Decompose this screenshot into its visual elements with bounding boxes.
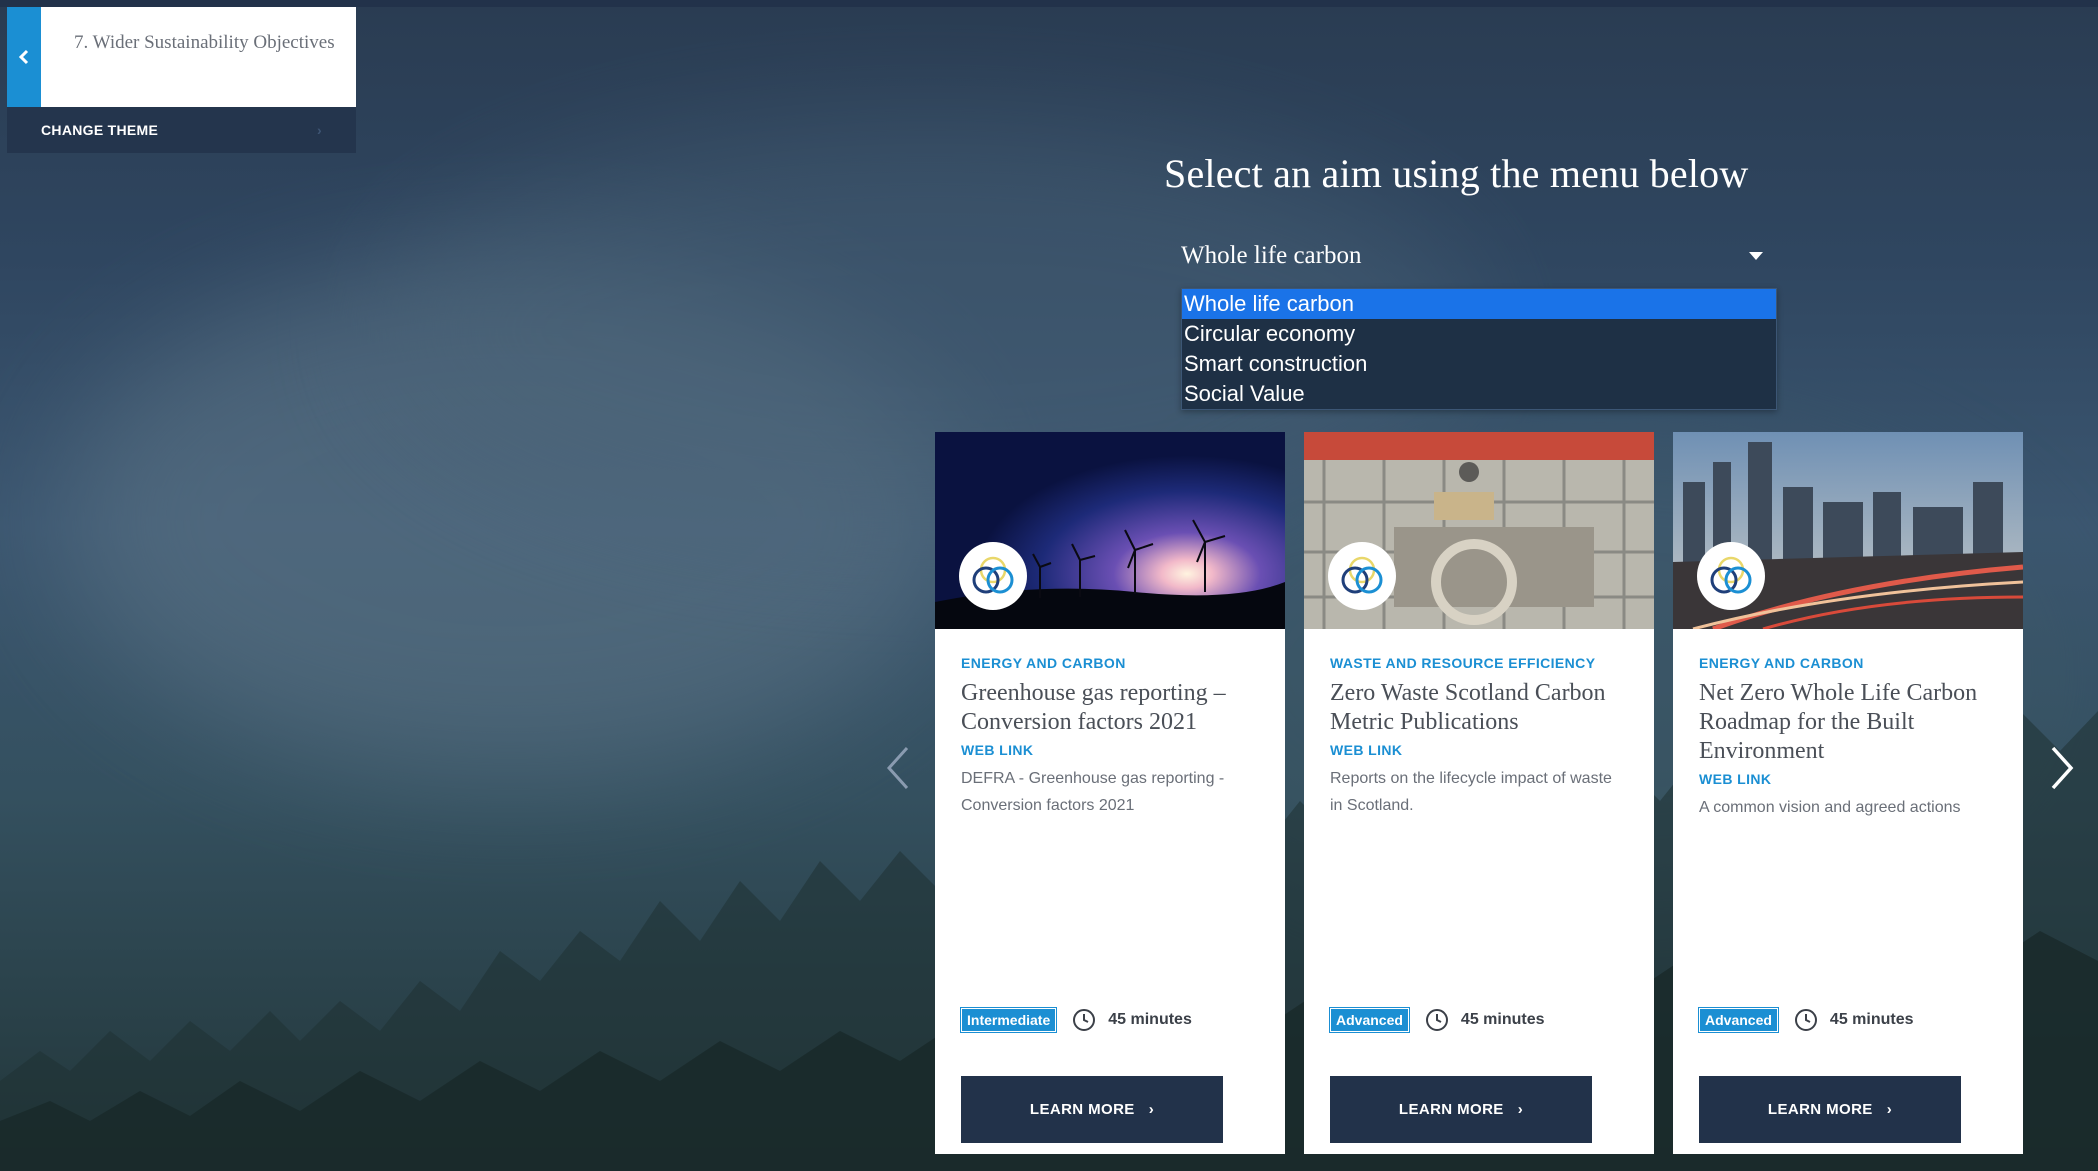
card-title: Zero Waste Scotland Carbon Metric Public…	[1330, 680, 1606, 735]
learn-more-label: LEARN MORE	[1029, 1101, 1135, 1118]
aim-select[interactable]: Whole life carbon	[1181, 234, 1775, 278]
learn-more-button[interactable]: LEARN MORE ›	[961, 1076, 1223, 1143]
interlocking-rings-icon	[1697, 542, 1765, 610]
resource-card: ENERGY AND CARBON Greenhouse gas reporti…	[935, 432, 1285, 1154]
clock-icon	[1794, 1008, 1818, 1032]
card-title: Net Zero Whole Life Carbon Roadmap for t…	[1699, 680, 1978, 764]
clock-icon	[1425, 1008, 1449, 1032]
card-image-city-skyline	[1673, 432, 2023, 629]
card-link-type: WEB LINK	[1699, 771, 1772, 787]
chevron-left-icon	[886, 746, 909, 790]
resource-card: WASTE AND RESOURCE EFFICIENCY Zero Waste…	[1304, 432, 1654, 1154]
card-image-construction-site	[1304, 432, 1654, 629]
aim-option-smart-construction[interactable]: Smart construction	[1182, 349, 1776, 379]
card-description: A common vision and agreed actions	[1699, 799, 1961, 816]
learn-more-label: LEARN MORE	[1767, 1101, 1873, 1118]
aim-heading: Select an aim using the menu below	[1164, 151, 1749, 196]
difficulty-badge: Advanced	[1698, 1007, 1779, 1033]
change-theme-label: CHANGE THEME	[41, 122, 159, 138]
card-description: DEFRA - Greenhouse gas reporting - Conve…	[961, 770, 1225, 814]
duration-label: 45 minutes	[1460, 1011, 1545, 1028]
theme-title: 7. Wider Sustainability Objectives	[74, 32, 335, 53]
card-category: WASTE AND RESOURCE EFFICIENCY	[1330, 655, 1596, 671]
aim-options-list: Whole life carbon Circular economy Smart…	[1181, 288, 1777, 410]
aim-option-circular-economy[interactable]: Circular economy	[1182, 319, 1776, 349]
card-title: Greenhouse gas reporting – Conversion fa…	[961, 680, 1226, 735]
aim-select-value: Whole life carbon	[1181, 242, 1362, 269]
card-category: ENERGY AND CARBON	[1699, 655, 1864, 671]
card-link-type: WEB LINK	[1330, 742, 1403, 758]
change-theme-button[interactable]: CHANGE THEME ›	[7, 107, 356, 153]
theme-panel: 7. Wider Sustainability Objectives CHANG…	[7, 7, 356, 153]
chevron-right-icon: ›	[317, 122, 322, 138]
learn-more-label: LEARN MORE	[1398, 1101, 1504, 1118]
duration-label: 45 minutes	[1108, 1011, 1192, 1028]
resource-card: ENERGY AND CARBON Net Zero Whole Life Ca…	[1673, 432, 2023, 1154]
top-bar	[0, 0, 2098, 7]
card-image-wind-turbines	[935, 432, 1285, 629]
clock-icon	[1072, 1008, 1096, 1032]
caret-down-icon	[1749, 252, 1763, 260]
chevron-right-icon	[2051, 746, 2074, 790]
chevron-right-icon: ›	[1517, 1101, 1524, 1118]
carousel-next-button[interactable]	[2040, 738, 2084, 798]
card-description: Reports on the lifecycle impact of waste…	[1330, 770, 1612, 814]
back-button[interactable]	[7, 7, 41, 107]
carousel-prev-button[interactable]	[876, 738, 920, 798]
interlocking-rings-icon	[1328, 542, 1396, 610]
chevron-right-icon: ›	[1148, 1101, 1155, 1118]
interlocking-rings-icon	[959, 542, 1027, 610]
chevron-right-icon: ›	[1886, 1101, 1893, 1118]
difficulty-badge: Intermediate	[959, 1007, 1058, 1033]
duration-label: 45 minutes	[1829, 1011, 1914, 1028]
learn-more-button[interactable]: LEARN MORE ›	[1699, 1076, 1961, 1143]
aim-option-social-value[interactable]: Social Value	[1182, 379, 1776, 409]
chevron-left-icon	[18, 49, 29, 65]
difficulty-badge: Advanced	[1329, 1007, 1410, 1033]
aim-option-whole-life-carbon[interactable]: Whole life carbon	[1182, 289, 1776, 319]
learn-more-button[interactable]: LEARN MORE ›	[1330, 1076, 1592, 1143]
card-category: ENERGY AND CARBON	[961, 655, 1126, 671]
theme-header: 7. Wider Sustainability Objectives	[7, 7, 356, 107]
card-link-type: WEB LINK	[961, 742, 1034, 758]
